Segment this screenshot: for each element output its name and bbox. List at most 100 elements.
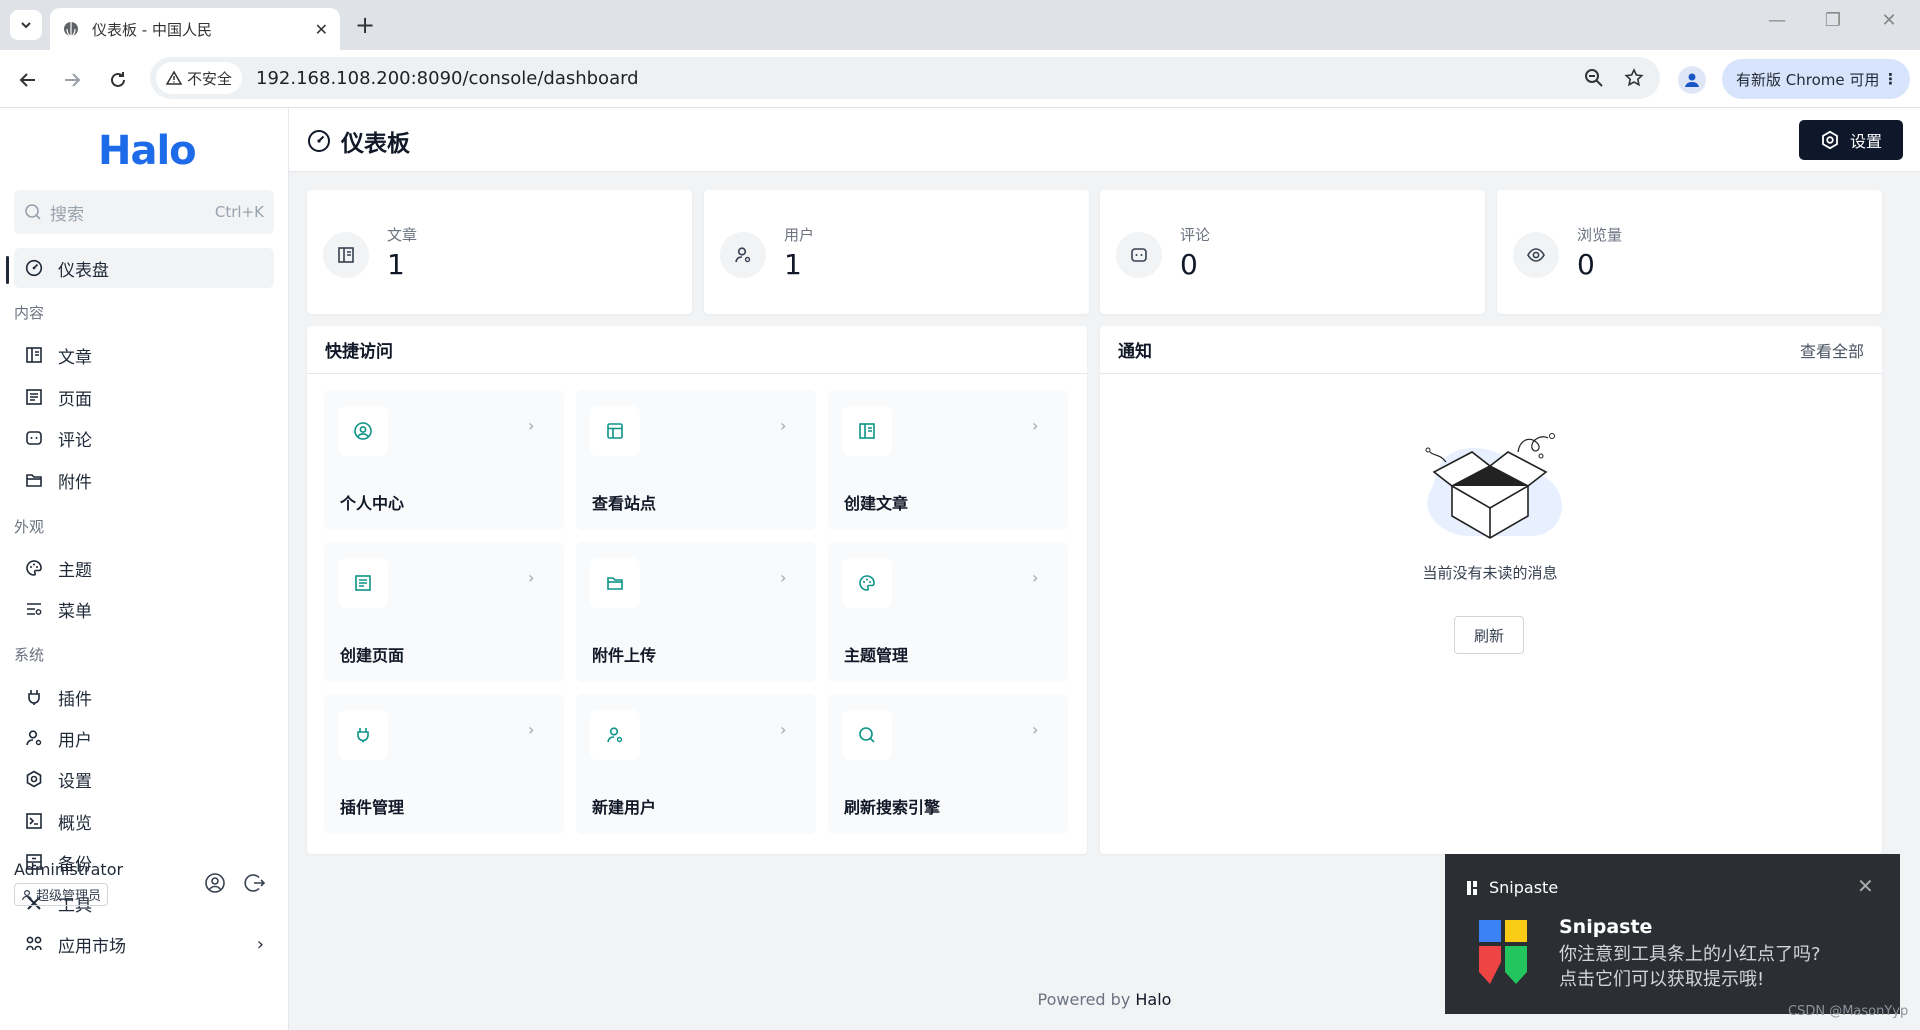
minimize-icon[interactable]: — — [1762, 10, 1792, 31]
quick-access-item-upload[interactable]: › 附件上传 — [576, 542, 816, 682]
sidebar-item-overview[interactable]: 概览 — [14, 801, 274, 841]
sidebar-item-users[interactable]: 用户 — [14, 718, 274, 758]
comment-icon — [1116, 232, 1162, 278]
quick-access-item-plugins[interactable]: › 插件管理 — [324, 694, 564, 834]
halo-logo[interactable]: Halo — [98, 128, 197, 174]
footer-prefix: Powered by — [1037, 990, 1131, 1009]
security-chip[interactable]: 不安全 — [156, 62, 243, 94]
quick-access-item-profile[interactable]: › 个人中心 — [324, 390, 564, 530]
sidebar-item-dashboard[interactable]: 仪表盘 — [14, 248, 274, 288]
sidebar-item-themes[interactable]: 主题 — [14, 548, 274, 588]
toast-app-name: Snipaste — [1489, 878, 1559, 897]
forward-button[interactable] — [58, 66, 86, 94]
user-settings-icon — [24, 728, 44, 748]
sidebar-item-posts[interactable]: 文章 — [14, 335, 274, 375]
sidebar-item-label: 文章 — [58, 347, 92, 368]
url-text[interactable]: 192.168.108.200:8090/console/dashboard — [256, 68, 1580, 89]
sidebar-item-app-market[interactable]: 应用市场 › — [14, 924, 274, 964]
quick-access-label: 创建文章 — [844, 494, 909, 513]
sidebar-item-comments[interactable]: 评论 — [14, 418, 274, 458]
stat-label: 浏览量 — [1577, 226, 1623, 244]
close-icon[interactable]: ✕ — [1857, 874, 1874, 898]
reload-button[interactable] — [104, 66, 132, 94]
role-badge: 超级管理员 — [14, 883, 109, 906]
folder-icon — [24, 470, 44, 490]
sidebar-item-label: 应用市场 — [58, 936, 126, 957]
browser-tab[interactable]: 仪表板 - 中国人民 ✕ — [50, 8, 340, 50]
profile-avatar[interactable] — [1678, 66, 1706, 94]
browser-toolbar: 不安全 192.168.108.200:8090/console/dashboa… — [0, 50, 1920, 108]
reload-icon — [111, 72, 125, 87]
restore-icon[interactable]: ❐ — [1818, 10, 1848, 31]
sidebar-item-label: 用户 — [58, 730, 92, 751]
sidebar-item-label: 概览 — [58, 813, 92, 834]
stat-value: 1 — [387, 248, 405, 281]
window-close-icon[interactable]: ✕ — [1874, 10, 1904, 31]
zoom-icon[interactable] — [1580, 64, 1608, 92]
close-icon[interactable]: ✕ — [315, 20, 328, 39]
sidebar-item-settings[interactable]: 设置 — [14, 759, 274, 799]
palette-icon — [842, 558, 892, 608]
globe-icon — [64, 22, 78, 37]
page-header: 仪表板 设置 — [289, 108, 1920, 172]
user-circle-icon — [338, 406, 388, 456]
quick-access-item-refresh-search[interactable]: › 刷新搜索引擎 — [828, 694, 1068, 834]
notifications-panel: 通知 查看全部 当前没有未读的消息 刷新 — [1100, 326, 1882, 854]
stat-card-posts[interactable]: 文章 1 — [307, 190, 692, 314]
watermark: CSDN @MasonYyp — [1788, 1004, 1909, 1019]
address-bar[interactable]: 不安全 192.168.108.200:8090/console/dashboa… — [150, 57, 1660, 99]
bookmark-star-icon[interactable] — [1620, 64, 1648, 92]
quick-access-item-themes[interactable]: › 主题管理 — [828, 542, 1068, 682]
tab-search-button[interactable] — [10, 10, 42, 40]
snipaste-toast: Snipaste ✕ Snipaste 你注意到工具条上的小红点了吗? 点击它们… — [1445, 854, 1900, 1014]
quick-access-item-new-post[interactable]: › 创建文章 — [828, 390, 1068, 530]
stat-card-users[interactable]: 用户 1 — [704, 190, 1089, 314]
gauge-icon — [24, 258, 44, 278]
chevron-right-icon: › — [780, 416, 787, 435]
page-title: 仪表板 — [307, 124, 410, 158]
quick-access-label: 插件管理 — [340, 798, 405, 817]
palette-icon — [24, 558, 44, 578]
page-icon — [338, 558, 388, 608]
quick-access-label: 附件上传 — [592, 646, 657, 665]
quick-access-item-view-site[interactable]: › 查看站点 — [576, 390, 816, 530]
sidebar-item-label: 附件 — [58, 472, 92, 493]
tab-title: 仪表板 - 中国人民 — [92, 20, 212, 39]
quick-access-label: 主题管理 — [844, 646, 909, 665]
view-all-link[interactable]: 查看全部 — [1800, 338, 1864, 362]
stat-card-comments[interactable]: 评论 0 — [1100, 190, 1485, 314]
group-label-content: 内容 — [14, 304, 45, 322]
search-input[interactable]: 搜索 Ctrl+K — [14, 190, 274, 234]
quick-access-label: 创建页面 — [340, 646, 405, 665]
group-label-system: 系统 — [14, 646, 45, 664]
settings-button[interactable]: 设置 — [1799, 120, 1903, 160]
quick-access-item-new-page[interactable]: › 创建页面 — [324, 542, 564, 682]
sidebar-item-pages[interactable]: 页面 — [14, 377, 274, 417]
sidebar-item-attachments[interactable]: 附件 — [14, 460, 274, 500]
quick-access-label: 查看站点 — [592, 494, 657, 513]
footer-brand[interactable]: Halo — [1135, 990, 1171, 1009]
logout-icon[interactable] — [244, 872, 266, 894]
user-profile-icon[interactable] — [204, 872, 226, 894]
chrome-update-chip[interactable]: 有新版 Chrome 可用 ⋮ — [1722, 59, 1910, 99]
refresh-button[interactable]: 刷新 — [1454, 616, 1524, 654]
book-icon — [323, 232, 369, 278]
sidebar-item-menus[interactable]: 菜单 — [14, 589, 274, 629]
new-tab-button[interactable]: + — [352, 11, 378, 39]
panel-header: 快捷访问 — [307, 326, 1087, 374]
search-placeholder: 搜索 — [50, 204, 84, 225]
user-settings-icon — [720, 232, 766, 278]
stat-card-views[interactable]: 浏览量 0 — [1497, 190, 1882, 314]
sidebar-item-plugins[interactable]: 插件 — [14, 677, 274, 717]
kebab-menu-icon[interactable]: ⋮ — [1883, 70, 1898, 88]
quick-access-item-new-user[interactable]: › 新建用户 — [576, 694, 816, 834]
back-button[interactable] — [14, 66, 42, 94]
current-user: Administrator 超级管理员 — [14, 860, 123, 906]
gear-icon — [24, 769, 44, 789]
book-icon — [842, 406, 892, 456]
pin-icon — [1467, 880, 1477, 895]
empty-box-illustration — [1425, 433, 1562, 539]
quick-access-label: 新建用户 — [592, 798, 657, 817]
sidebar-item-label: 仪表盘 — [58, 260, 109, 281]
chevron-right-icon: › — [528, 416, 535, 435]
